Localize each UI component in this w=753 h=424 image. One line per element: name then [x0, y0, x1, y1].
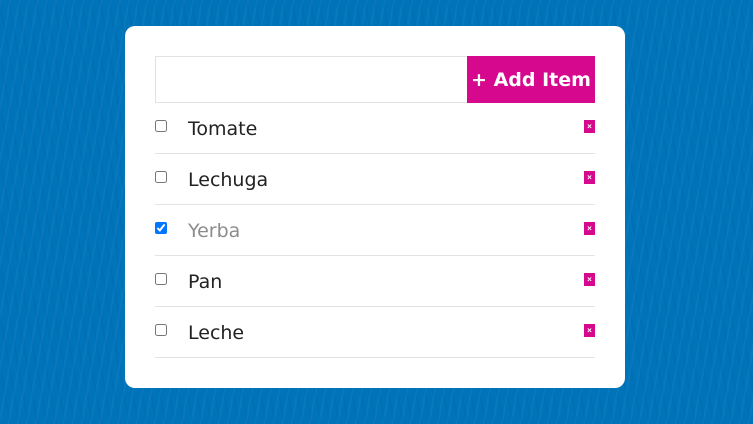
delete-item-button[interactable]: × — [584, 120, 595, 133]
item-label: Pan — [188, 271, 223, 293]
delete-item-button[interactable]: × — [584, 324, 595, 337]
delete-item-button[interactable]: × — [584, 222, 595, 235]
list-item: Yerba × — [155, 205, 595, 256]
todo-card: + Add Item Tomate × Lechuga × Yerba × Pa… — [125, 26, 625, 388]
todo-list: Tomate × Lechuga × Yerba × Pan × Leche × — [155, 103, 595, 358]
delete-item-button[interactable]: × — [584, 273, 595, 286]
item-checkbox[interactable] — [155, 324, 167, 336]
item-label: Tomate — [188, 118, 258, 140]
close-icon: × — [587, 173, 592, 182]
item-label: Yerba — [188, 220, 241, 242]
delete-item-button[interactable]: × — [584, 171, 595, 184]
item-label: Leche — [188, 322, 245, 344]
list-item: Leche × — [155, 307, 595, 358]
list-item: Lechuga × — [155, 154, 595, 205]
item-checkbox[interactable] — [155, 171, 167, 183]
item-checkbox[interactable] — [155, 222, 167, 234]
list-item: Pan × — [155, 256, 595, 307]
add-item-form: + Add Item — [155, 56, 595, 103]
item-label: Lechuga — [188, 169, 269, 191]
close-icon: × — [587, 224, 592, 233]
close-icon: × — [587, 122, 592, 131]
close-icon: × — [587, 326, 592, 335]
list-item: Tomate × — [155, 103, 595, 154]
item-checkbox[interactable] — [155, 120, 167, 132]
add-item-button[interactable]: + Add Item — [467, 56, 595, 103]
close-icon: × — [587, 275, 592, 284]
new-item-input[interactable] — [155, 56, 467, 103]
item-checkbox[interactable] — [155, 273, 167, 285]
